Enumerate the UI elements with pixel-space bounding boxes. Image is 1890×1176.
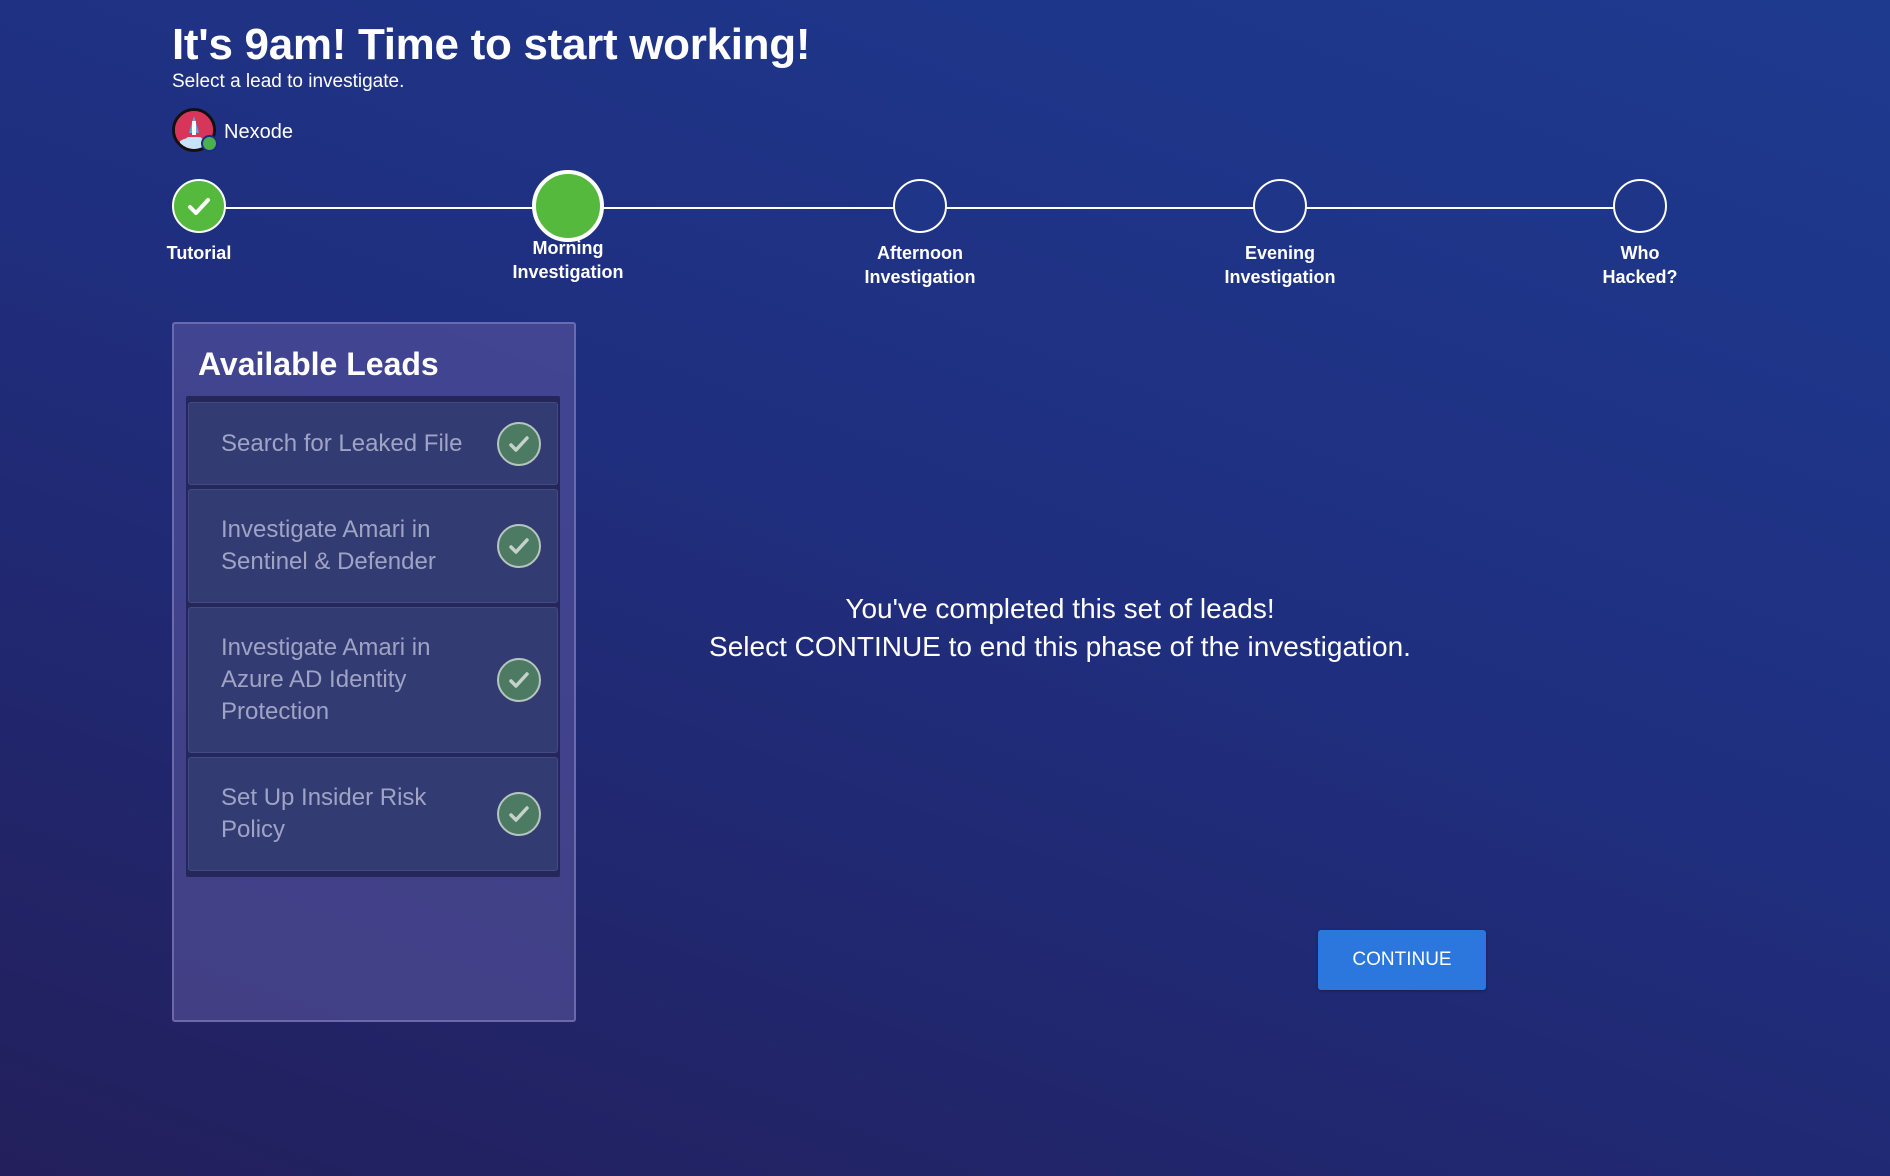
completion-message: You've completed this set of leads! Sele…: [620, 590, 1500, 666]
step-label: Afternoon Investigation: [864, 243, 976, 287]
step-who-hacked: Who Hacked?: [1560, 170, 1720, 289]
check-circle-icon: [497, 658, 541, 702]
step-tutorial: Tutorial: [119, 170, 279, 265]
lead-label: Set Up Insider Risk Policy: [221, 784, 427, 843]
page-subtitle: Select a lead to investigate.: [172, 71, 405, 92]
check-circle-icon: [497, 792, 541, 836]
active-step-indicator: [532, 170, 604, 242]
step-label: Who Hacked?: [1602, 243, 1678, 287]
step-label: Evening Investigation: [1224, 243, 1336, 287]
check-circle-icon: [497, 524, 541, 568]
step-evening-investigation: Evening Investigation: [1200, 170, 1360, 289]
username: Nexode: [224, 120, 293, 143]
lead-item[interactable]: Search for Leaked File: [188, 402, 558, 485]
avatar: [172, 108, 220, 156]
check-circle-icon: [497, 421, 541, 466]
lead-item[interactable]: Investigate Amari in Azure AD Identity P…: [188, 607, 558, 753]
lead-label: Investigate Amari in Azure AD Identity P…: [221, 634, 431, 725]
completion-line-2: Select CONTINUE to end this phase of the…: [709, 631, 1411, 662]
user-profile: Nexode: [172, 108, 293, 156]
lead-item[interactable]: Investigate Amari in Sentinel & Defender: [188, 489, 558, 603]
progress-stepper: Tutorial Morning Investigation Afternoon…: [0, 170, 1890, 300]
step-circle: [1253, 179, 1307, 233]
step-circle: [893, 179, 947, 233]
step-afternoon-investigation: Afternoon Investigation: [840, 170, 1000, 289]
step-label: Morning Investigation: [512, 238, 624, 282]
continue-button[interactable]: CONTINUE: [1318, 930, 1486, 990]
lead-label: Search for Leaked File: [221, 429, 463, 457]
step-morning-investigation: Morning Investigation: [488, 170, 648, 284]
page-header: It's 9am! Time to start working! Select …: [172, 18, 810, 94]
lead-label: Investigate Amari in Sentinel & Defender: [221, 516, 436, 575]
lead-item[interactable]: Set Up Insider Risk Policy: [188, 757, 558, 871]
completion-line-1: You've completed this set of leads!: [845, 593, 1275, 624]
leads-list: Search for Leaked File Investigate Amari…: [186, 396, 560, 877]
leads-panel: Available Leads Search for Leaked File I…: [172, 322, 576, 1022]
page-title: It's 9am! Time to start working!: [172, 20, 811, 69]
online-status-indicator: [201, 135, 218, 152]
step-circle: [1613, 179, 1667, 233]
checkmark-icon: [172, 179, 226, 233]
step-label: Tutorial: [166, 243, 232, 263]
leads-title: Available Leads: [198, 346, 439, 382]
